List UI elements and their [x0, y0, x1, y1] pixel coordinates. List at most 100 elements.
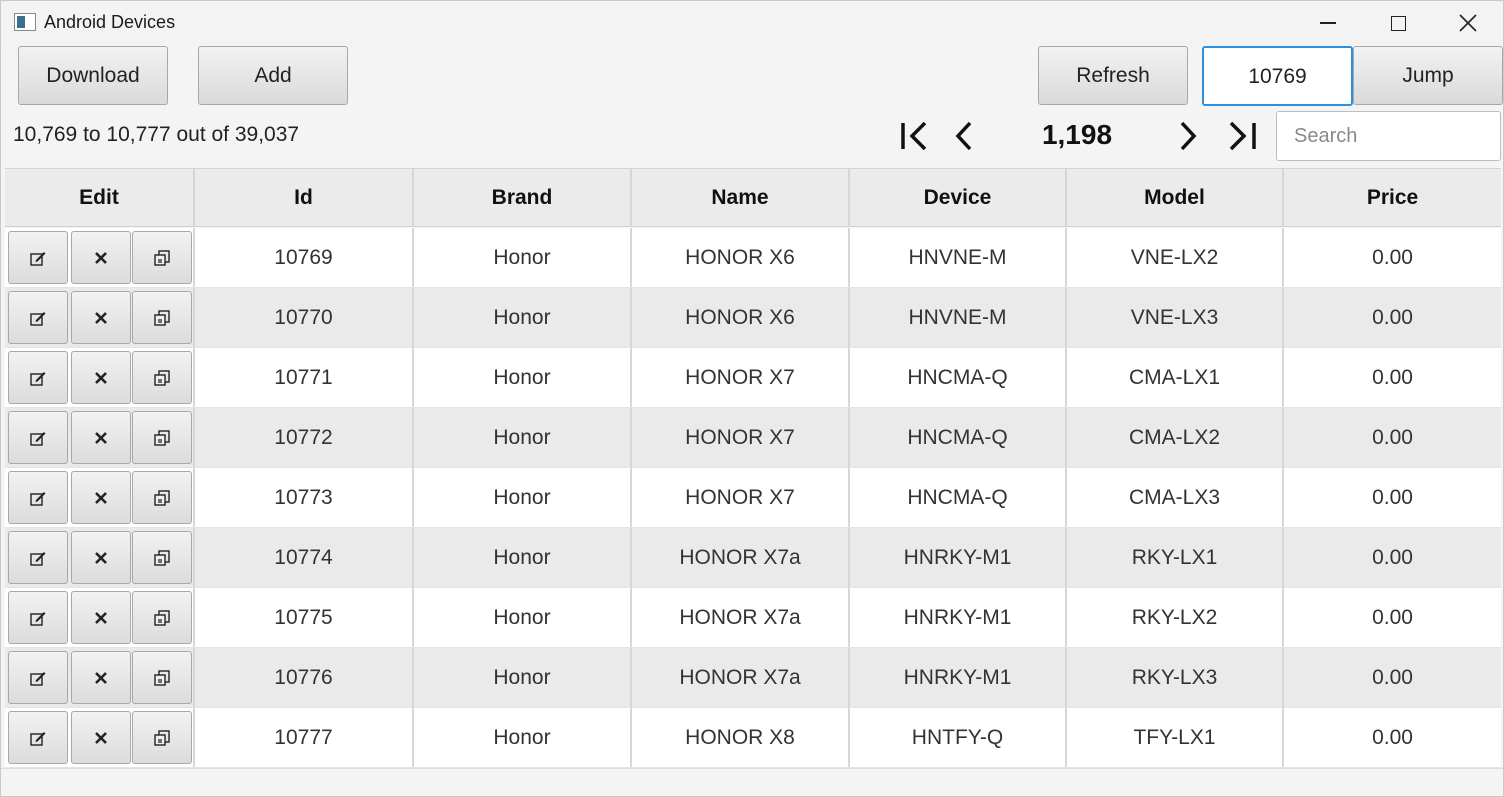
copy-icon: [154, 729, 170, 746]
delete-row-button[interactable]: [71, 711, 131, 764]
cell-price: 0.00: [1372, 485, 1413, 509]
title-bar: Android Devices: [1, 1, 1503, 45]
edit-row-button[interactable]: [8, 591, 68, 644]
copy-icon: [154, 549, 170, 566]
table-row[interactable]: 10776 Honor HONOR X7a HNRKY-M1 RKY-LX3 0.00: [5, 648, 1501, 708]
cell-model: VNE-LX3: [1067, 288, 1284, 347]
column-header-id[interactable]: Id: [195, 169, 414, 227]
copy-icon: [154, 609, 170, 626]
table-row[interactable]: 10771 Honor HONOR X7 HNCMA-Q CMA-LX1 0.00: [5, 348, 1501, 408]
record-range: 10,769 to 10,777 out of 39,037: [13, 123, 300, 146]
cell-brand: Honor: [414, 528, 632, 587]
copy-row-button[interactable]: [132, 231, 192, 284]
cell-model: CMA-LX3: [1067, 468, 1284, 527]
edit-icon: [30, 551, 46, 566]
cell-actions: [5, 468, 195, 527]
table-row[interactable]: 10769 Honor HONOR X6 HNVNE-M VNE-LX2 0.00: [5, 228, 1501, 288]
prev-page-button[interactable]: [949, 116, 979, 156]
column-header-edit[interactable]: Edit: [5, 169, 195, 227]
copy-icon: [154, 249, 170, 266]
table-row[interactable]: 10777 Honor HONOR X8 HNTFY-Q TFY-LX1 0.00: [5, 708, 1501, 768]
copy-row-button[interactable]: [132, 711, 192, 764]
cell-brand: Honor: [414, 348, 632, 407]
copy-icon: [154, 489, 170, 506]
delete-row-button[interactable]: [71, 471, 131, 524]
edit-row-button[interactable]: [8, 651, 68, 704]
column-header-brand[interactable]: Brand: [414, 169, 632, 227]
edit-icon: [30, 311, 46, 326]
edit-row-button[interactable]: [8, 711, 68, 764]
search-input[interactable]: [1276, 111, 1501, 161]
cell-model: RKY-LX2: [1067, 588, 1284, 647]
cell-id: 10775: [195, 588, 414, 647]
jump-button[interactable]: Jump: [1353, 46, 1503, 105]
table-row[interactable]: 10772 Honor HONOR X7 HNCMA-Q CMA-LX2 0.00: [5, 408, 1501, 468]
copy-row-button[interactable]: [132, 531, 192, 584]
table-row[interactable]: 10775 Honor HONOR X7a HNRKY-M1 RKY-LX2 0.00: [5, 588, 1501, 648]
refresh-button[interactable]: Refresh: [1038, 46, 1188, 105]
edit-row-button[interactable]: [8, 291, 68, 344]
cell-model: VNE-LX2: [1067, 228, 1284, 287]
edit-icon: [30, 251, 46, 266]
edit-row-button[interactable]: [8, 471, 68, 524]
edit-row-button[interactable]: [8, 231, 68, 284]
copy-row-button[interactable]: [132, 351, 192, 404]
last-page-icon: [1229, 121, 1256, 151]
next-page-button[interactable]: [1173, 116, 1203, 156]
copy-row-button[interactable]: [132, 471, 192, 524]
edit-icon: [30, 371, 46, 386]
first-page-button[interactable]: [895, 116, 933, 156]
close-icon: [1459, 14, 1477, 32]
delete-icon: [95, 311, 107, 324]
cell-id: 10773: [195, 468, 414, 527]
copy-row-button[interactable]: [132, 291, 192, 344]
cell-price: 0.00: [1372, 425, 1413, 449]
copy-row-button[interactable]: [132, 651, 192, 704]
table-row[interactable]: 10773 Honor HONOR X7 HNCMA-Q CMA-LX3 0.00: [5, 468, 1501, 528]
table-row[interactable]: 10774 Honor HONOR X7a HNRKY-M1 RKY-LX1 0.00: [5, 528, 1501, 588]
edit-icon: [30, 731, 46, 746]
cell-name: HONOR X6: [632, 288, 850, 347]
cell-model: CMA-LX2: [1067, 408, 1284, 467]
edit-row-button[interactable]: [8, 351, 68, 404]
delete-row-button[interactable]: [71, 651, 131, 704]
minimize-button[interactable]: [1293, 1, 1363, 45]
status-bar: [1, 768, 1503, 796]
cell-model: TFY-LX1: [1067, 708, 1284, 767]
table-row[interactable]: 10770 Honor HONOR X6 HNVNE-M VNE-LX3 0.00: [5, 288, 1501, 348]
cell-actions: [5, 648, 195, 707]
edit-icon: [30, 491, 46, 506]
last-page-button[interactable]: [1223, 116, 1261, 156]
column-header-model[interactable]: Model: [1067, 169, 1284, 227]
copy-row-button[interactable]: [132, 591, 192, 644]
cell-actions: [5, 348, 195, 407]
maximize-icon: [1390, 15, 1406, 31]
edit-row-button[interactable]: [8, 411, 68, 464]
cell-device: HNCMA-Q: [850, 348, 1067, 407]
download-button[interactable]: Download: [18, 46, 168, 105]
edit-row-button[interactable]: [8, 531, 68, 584]
cell-actions: [5, 228, 195, 287]
jump-input[interactable]: [1202, 46, 1353, 106]
prev-page-icon: [955, 121, 972, 151]
close-button[interactable]: [1433, 1, 1503, 45]
cell-id: 10769: [195, 228, 414, 287]
column-header-name[interactable]: Name: [632, 169, 850, 227]
delete-row-button[interactable]: [71, 351, 131, 404]
copy-icon: [154, 369, 170, 386]
cell-name: HONOR X7: [632, 468, 850, 527]
column-header-price[interactable]: Price: [1284, 169, 1501, 227]
copy-row-button[interactable]: [132, 411, 192, 464]
cell-device: HNCMA-Q: [850, 408, 1067, 467]
delete-row-button[interactable]: [71, 231, 131, 284]
cell-actions: [5, 408, 195, 467]
add-button[interactable]: Add: [198, 46, 348, 105]
delete-row-button[interactable]: [71, 531, 131, 584]
delete-row-button[interactable]: [71, 411, 131, 464]
edit-icon: [30, 671, 46, 686]
delete-row-button[interactable]: [71, 591, 131, 644]
delete-row-button[interactable]: [71, 291, 131, 344]
maximize-button[interactable]: [1363, 1, 1433, 45]
column-header-device[interactable]: Device: [850, 169, 1067, 227]
cell-id: 10771: [195, 348, 414, 407]
